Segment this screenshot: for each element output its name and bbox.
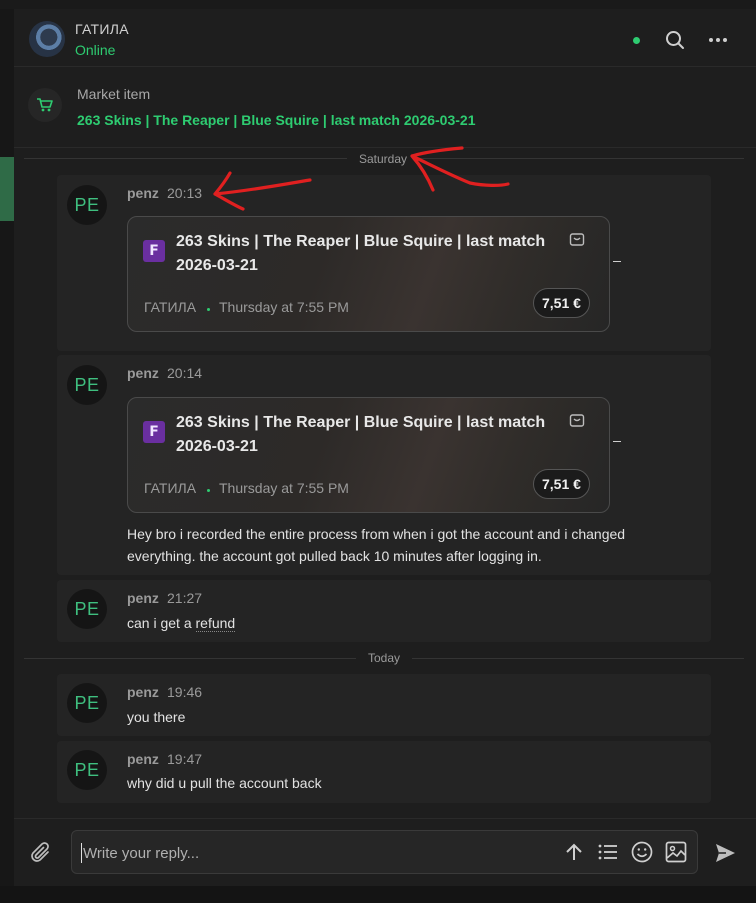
- message-text: you there: [127, 709, 186, 725]
- fortnite-logo-icon: F: [143, 421, 165, 443]
- contact-name[interactable]: ГАТИЛА: [75, 21, 129, 37]
- avatar[interactable]: PE: [67, 589, 107, 629]
- dash-mark: [613, 261, 621, 262]
- emoji-icon[interactable]: [630, 840, 654, 864]
- message-text-prefix: can i get a: [127, 615, 196, 631]
- bottom-strip: [0, 886, 756, 903]
- message-block: PE penz 21:27 can i get a refund: [57, 580, 711, 642]
- item-card-title[interactable]: 263 Skins | The Reaper | Blue Squire | l…: [176, 230, 571, 278]
- left-strip: [0, 9, 14, 886]
- message-time: 21:27: [167, 590, 203, 606]
- message-block: PE penz 20:13 F 263 Skins | The Reaper |…: [57, 175, 711, 351]
- shopping-bag-icon[interactable]: [569, 412, 585, 428]
- cart-icon: [28, 88, 62, 122]
- message-text: why did u pull the account back: [127, 775, 322, 791]
- message-block: PE penz 19:46 you there: [57, 674, 711, 736]
- more-icon[interactable]: [707, 29, 729, 51]
- message-author[interactable]: penz: [127, 590, 159, 606]
- market-item-link[interactable]: 263 Skins | The Reaper | Blue Squire | l…: [77, 112, 475, 128]
- message-author[interactable]: penz: [127, 684, 159, 700]
- item-card[interactable]: F 263 Skins | The Reaper | Blue Squire |…: [127, 397, 610, 513]
- reply-box: [71, 830, 698, 874]
- reply-input[interactable]: [81, 843, 541, 863]
- image-icon[interactable]: [664, 840, 688, 864]
- market-item-bar: Market item 263 Skins | The Reaper | Blu…: [14, 68, 756, 148]
- market-item-label: Market item: [77, 86, 151, 102]
- item-card-seller[interactable]: ГАТИЛА: [144, 299, 196, 315]
- fortnite-logo-icon: F: [143, 240, 165, 262]
- item-card[interactable]: F 263 Skins | The Reaper | Blue Squire |…: [127, 216, 610, 332]
- message-time: 20:14: [167, 365, 203, 381]
- message-author[interactable]: penz: [127, 185, 159, 201]
- send-icon[interactable]: [713, 841, 737, 865]
- refund-link[interactable]: refund: [195, 615, 236, 632]
- chat-header: ГАТИЛА Online: [14, 9, 756, 67]
- message-text: can i get a refund: [127, 612, 697, 634]
- avatar[interactable]: PE: [67, 365, 107, 405]
- item-card-seller[interactable]: ГАТИЛА: [144, 480, 196, 496]
- avatar[interactable]: PE: [67, 683, 107, 723]
- message-time: 19:46: [167, 684, 203, 700]
- item-card-price: 7,51 €: [533, 469, 590, 499]
- message-time: 20:13: [167, 185, 203, 201]
- item-card-price: 7,51 €: [533, 288, 590, 318]
- shopping-bag-icon[interactable]: [569, 231, 585, 247]
- online-indicator: [633, 37, 640, 44]
- item-card-title[interactable]: 263 Skins | The Reaper | Blue Squire | l…: [176, 411, 571, 459]
- list-icon[interactable]: [596, 840, 620, 864]
- date-separator-label: Saturday: [346, 152, 420, 166]
- message-block: PE penz 20:14 F 263 Skins | The Reaper |…: [57, 355, 711, 575]
- dash-mark: [613, 441, 621, 442]
- seller-online-dot: [207, 308, 210, 311]
- message-author[interactable]: penz: [127, 751, 159, 767]
- message-block: PE penz 19:47 why did u pull the account…: [57, 741, 711, 803]
- avatar[interactable]: PE: [67, 750, 107, 790]
- item-card-date: Thursday at 7:55 PM: [219, 480, 349, 496]
- item-card-date: Thursday at 7:55 PM: [219, 299, 349, 315]
- avatar[interactable]: PE: [67, 185, 107, 225]
- left-accent-bar: [0, 157, 14, 221]
- message-time: 19:47: [167, 751, 203, 767]
- attach-icon[interactable]: [29, 841, 53, 865]
- date-separator-label: Today: [355, 651, 413, 665]
- contact-avatar[interactable]: [29, 21, 65, 57]
- search-icon[interactable]: [664, 29, 686, 51]
- arrow-up-icon[interactable]: [562, 840, 586, 864]
- contact-status: Online: [75, 42, 116, 58]
- seller-online-dot: [207, 489, 210, 492]
- message-author[interactable]: penz: [127, 365, 159, 381]
- message-text: Hey bro i recorded the entire process fr…: [127, 526, 626, 564]
